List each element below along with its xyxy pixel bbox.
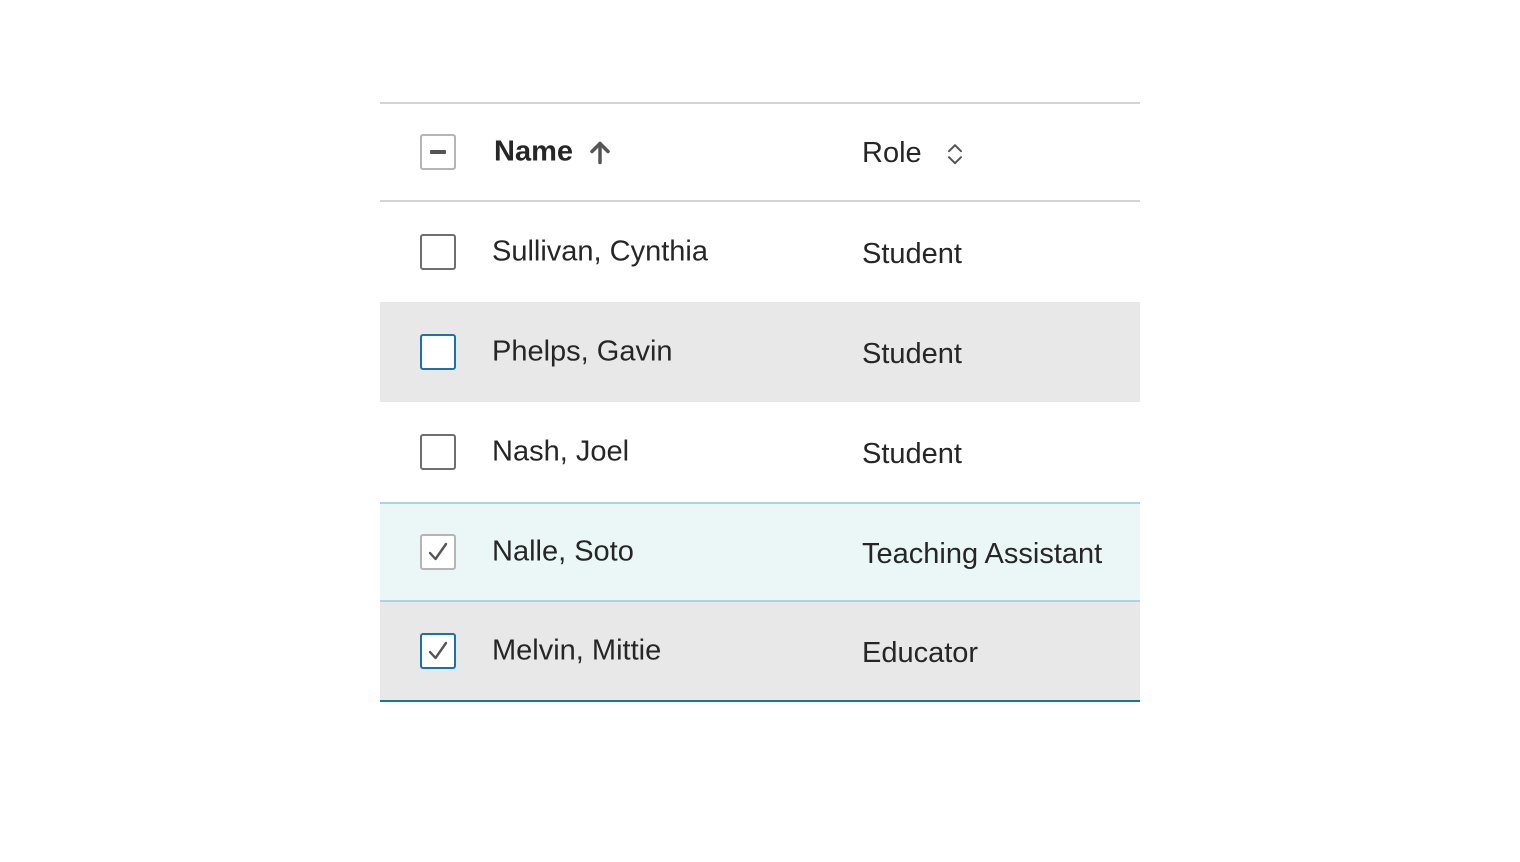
row-name: Sullivan, Cynthia [492,235,708,268]
name-column-label: Name [494,135,573,168]
table-row[interactable]: Nash, Joel Student [380,402,1140,502]
table-header-row: Name Role [380,104,1140,202]
checkmark-icon [428,542,448,561]
row-role: Educator [862,637,979,670]
row-name: Phelps, Gavin [492,335,673,368]
role-column-label: Role [862,137,922,170]
role-column-header[interactable]: Role [862,137,964,170]
row-name: Nalle, Soto [492,535,634,568]
table-row[interactable]: Sullivan, Cynthia Student [380,202,1140,302]
select-all-checkbox[interactable] [420,134,456,170]
row-checkbox[interactable] [420,334,456,370]
row-checkbox[interactable] [420,434,456,470]
table-row[interactable]: Melvin, Mittie Educator [380,602,1140,702]
table-row[interactable]: Phelps, Gavin Student [380,302,1140,402]
arrow-up-icon [589,140,611,164]
table-row[interactable]: Nalle, Soto Teaching Assistant [380,502,1140,602]
users-table: Name Role Sullivan, Cynthia Student Phel… [380,102,1140,702]
row-role: Teaching Assistant [862,538,1103,571]
row-name: Nash, Joel [492,435,630,468]
row-checkbox[interactable] [420,234,456,270]
row-checkbox[interactable] [420,633,456,669]
row-role: Student [862,438,962,471]
row-checkbox[interactable] [420,534,456,570]
sort-unsorted-icon [946,141,964,167]
minus-icon [430,150,446,154]
checkmark-icon [428,641,448,660]
name-column-header[interactable]: Name [494,136,611,169]
row-role: Student [862,238,962,271]
row-role: Student [862,338,962,371]
row-name: Melvin, Mittie [492,634,662,667]
